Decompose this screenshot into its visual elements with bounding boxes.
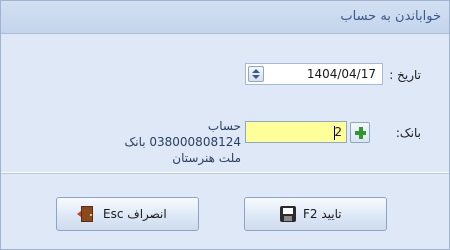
floppy-shutter	[284, 216, 292, 221]
add-bank-button[interactable]	[350, 122, 370, 143]
floppy-disk-icon	[280, 206, 296, 222]
exit-door-icon	[77, 206, 95, 222]
dialog-window: خواباندن به حساب تاریخ : 1404/04/17 بانک…	[0, 0, 450, 250]
spinner-up-icon[interactable]	[252, 69, 260, 73]
date-value: 1404/04/17	[306, 67, 376, 81]
cancel-button-label: انصراف Esc	[103, 207, 167, 221]
door-arrow	[77, 211, 81, 217]
window-title: خواباندن به حساب	[340, 9, 441, 24]
date-label: تاریخ :	[389, 68, 421, 82]
confirm-button[interactable]: تایید F2	[244, 197, 387, 231]
text-caret	[334, 126, 335, 140]
plus-icon-vertical	[359, 127, 363, 139]
spinner-icon[interactable]	[248, 66, 264, 82]
bank-description: حساب 038000808124 بانک ملت هنرستان	[124, 119, 241, 165]
bank-label: بانک:	[395, 126, 421, 140]
spinner-down-icon[interactable]	[252, 75, 260, 79]
cancel-button[interactable]: انصراف Esc	[56, 197, 199, 231]
date-field[interactable]: 1404/04/17	[245, 63, 383, 85]
door-body	[81, 206, 93, 222]
divider-shadow	[1, 173, 449, 174]
confirm-button-label: تایید F2	[303, 207, 342, 221]
title-bar: خواباندن به حساب	[1, 1, 449, 34]
bank-code-value: 2	[334, 125, 342, 139]
floppy-label	[283, 208, 293, 214]
door-knob	[90, 214, 92, 216]
bank-code-input[interactable]: 2	[245, 121, 347, 143]
